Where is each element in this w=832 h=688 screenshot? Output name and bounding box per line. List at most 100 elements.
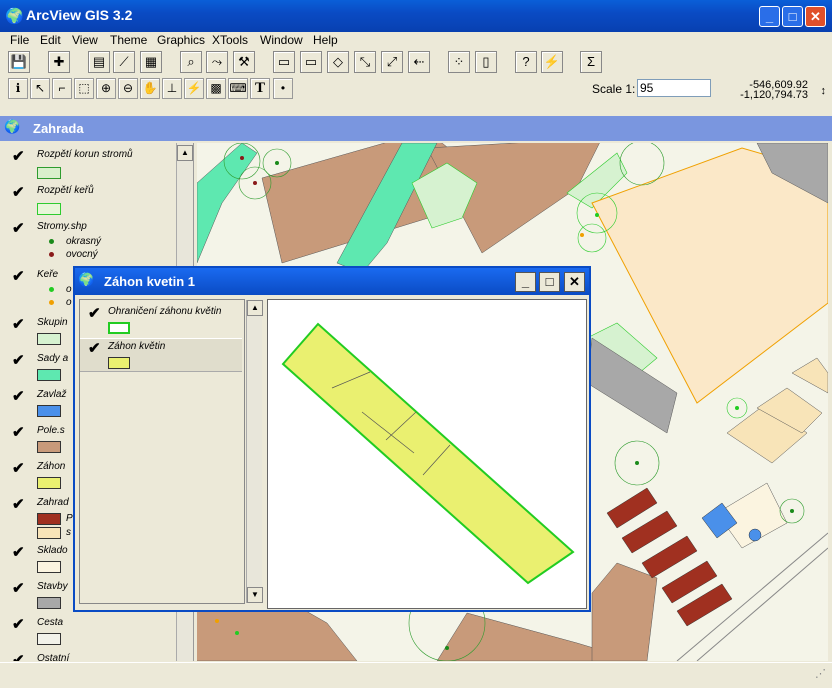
draw-point-icon[interactable]: • [273, 78, 293, 99]
scroll-up-icon[interactable]: ▲ [177, 145, 193, 161]
menu-file[interactable]: File [10, 33, 29, 47]
zoom-out-icon[interactable]: ⊖ [118, 78, 138, 99]
zoom-in-icon[interactable]: ⊕ [96, 78, 116, 99]
zoom-in-fixed-icon[interactable]: ⤡ [354, 51, 376, 73]
resize-grip-icon[interactable]: ⋰ [815, 667, 826, 680]
select-by-theme-icon[interactable]: ⁘ [448, 51, 470, 73]
query-builder-icon[interactable]: ⚒ [233, 51, 255, 73]
menu-bar: File Edit View Theme Graphics XTools Win… [0, 32, 832, 50]
hotlink-tool-icon[interactable]: ⚡ [184, 78, 204, 99]
legend-label: o [66, 297, 72, 308]
menu-theme[interactable]: Theme [110, 33, 147, 47]
check-icon[interactable]: ✔ [12, 183, 25, 201]
label-icon[interactable]: ▩ [206, 78, 226, 99]
check-icon[interactable]: ✔ [12, 651, 25, 661]
tool-bar: ℹ ↖ ⌐ ⬚ ⊕ ⊖ ✋ ⊥ ⚡ ▩ ⌨ T • Scale 1: 95 -5… [0, 77, 832, 102]
toc-theme-ostatni[interactable]: ✔ Ostatní [4, 651, 176, 661]
tree-point [445, 646, 449, 650]
edit-legend-icon[interactable]: ⟋ [113, 51, 135, 73]
toc-theme-rozpeti-korun[interactable]: ✔ Rozpětí korun stromů [4, 147, 176, 181]
minimize-button[interactable]: _ [759, 6, 780, 27]
measure-icon[interactable]: ⊥ [162, 78, 182, 99]
check-icon[interactable]: ✔ [12, 315, 25, 333]
zoom-active-theme-icon[interactable]: ▭ [300, 51, 322, 73]
legend-label: o [66, 284, 72, 295]
toc-theme-rozpeti-keru[interactable]: ✔ Rozpětí keřů [4, 183, 176, 217]
pan-icon[interactable]: ✋ [140, 78, 160, 99]
button-bar: 💾 ✚ ▤ ⟋ ▦ ⌕ ⤳ ⚒ ▭ ▭ ◇ ⤡ ⤢ ⇠ ⁘ ▯ ? ⚡ Σ [0, 50, 832, 75]
legend-swatch [37, 203, 61, 215]
check-icon[interactable]: ✔ [88, 339, 101, 357]
child-title: Záhon kvetin 1 [104, 274, 196, 289]
check-icon[interactable]: ✔ [88, 304, 101, 322]
child-map-display[interactable] [267, 299, 587, 609]
add-theme-icon[interactable]: ✚ [48, 51, 70, 73]
child-maximize-button[interactable]: □ [539, 272, 560, 292]
menu-graphics[interactable]: Graphics [157, 33, 205, 47]
summarize-icon[interactable]: Σ [580, 51, 602, 73]
toc-theme-ohraniceni[interactable]: ✔ Ohraničení záhonu květin [80, 304, 252, 338]
zoom-selected-icon[interactable]: ◇ [327, 51, 349, 73]
coord-updown-icon: ↕ [820, 85, 827, 97]
select-feature-icon[interactable]: ⬚ [74, 78, 94, 99]
hotlink-icon[interactable]: ⚡ [541, 51, 563, 73]
legend-swatch [37, 441, 61, 453]
check-icon[interactable]: ✔ [12, 459, 25, 477]
identify-icon[interactable]: ℹ [8, 78, 28, 99]
scroll-down-icon[interactable]: ▼ [247, 587, 263, 603]
check-icon[interactable]: ✔ [12, 267, 25, 285]
check-icon[interactable]: ✔ [12, 543, 25, 561]
menu-help[interactable]: Help [313, 33, 338, 47]
locate-address-icon[interactable]: ⤳ [206, 51, 228, 73]
app-title-bar: 🌍 ArcView GIS 3.2 _ □ ✕ [0, 0, 832, 32]
vertex-edit-icon[interactable]: ⌐ [52, 78, 72, 99]
view-title-bar: 🌍 Zahrada [0, 116, 832, 141]
legend-swatch [37, 405, 61, 417]
open-table-icon[interactable]: ▦ [140, 51, 162, 73]
callout-icon[interactable]: ⌨ [228, 78, 248, 99]
child-title-bar[interactable]: 🌍 Záhon kvetin 1 _ □ ✕ [75, 268, 589, 295]
tree-point [240, 156, 244, 160]
menu-xtools[interactable]: XTools [212, 33, 248, 47]
clear-selection-icon[interactable]: ▯ [475, 51, 497, 73]
scale-label: Scale 1: [592, 82, 636, 96]
check-icon[interactable]: ✔ [12, 423, 25, 441]
legend-dot [49, 300, 54, 305]
theme-properties-icon[interactable]: ▤ [88, 51, 110, 73]
toc-theme-stromy[interactable]: ✔ Stromy.shp okrasný ovocný [4, 219, 176, 265]
toc-theme-cesta[interactable]: ✔ Cesta [4, 615, 176, 649]
check-icon[interactable]: ✔ [12, 219, 25, 237]
menu-edit[interactable]: Edit [40, 33, 61, 47]
zoom-previous-icon[interactable]: ⇠ [408, 51, 430, 73]
check-icon[interactable]: ✔ [12, 495, 25, 513]
check-icon[interactable]: ✔ [12, 147, 25, 165]
flowerbed-outline [281, 322, 575, 585]
check-icon[interactable]: ✔ [12, 351, 25, 369]
pointer-icon[interactable]: ↖ [30, 78, 50, 99]
maximize-button[interactable]: □ [782, 6, 803, 27]
legend-swatch [37, 513, 61, 525]
scroll-up-icon[interactable]: ▲ [247, 300, 263, 316]
zahon-view-window[interactable]: 🌍 Záhon kvetin 1 _ □ ✕ ✔ Ohraničení záho… [73, 266, 591, 612]
check-icon[interactable]: ✔ [12, 615, 25, 633]
check-icon[interactable]: ✔ [12, 579, 25, 597]
child-minimize-button[interactable]: _ [515, 272, 536, 292]
menu-window[interactable]: Window [260, 33, 303, 47]
legend-dot [49, 252, 54, 257]
child-close-button[interactable]: ✕ [564, 272, 585, 292]
find-icon[interactable]: ⌕ [180, 51, 202, 73]
help-icon[interactable]: ? [515, 51, 537, 73]
text-icon[interactable]: T [250, 78, 270, 99]
toc-theme-zahon-kvetin[interactable]: ✔ Záhon květin [80, 338, 242, 372]
child-toc-scrollbar[interactable]: ▲ ▼ [246, 300, 263, 603]
check-icon[interactable]: ✔ [12, 387, 25, 405]
legend-swatch [37, 333, 61, 345]
irrigation-well [748, 528, 762, 542]
close-button[interactable]: ✕ [805, 6, 826, 27]
zoom-out-fixed-icon[interactable]: ⤢ [381, 51, 403, 73]
coord-y: -1,120,794.73 [740, 89, 808, 101]
save-icon[interactable]: 💾 [8, 51, 30, 73]
legend-label: s [66, 527, 71, 538]
zoom-full-extent-icon[interactable]: ▭ [273, 51, 295, 73]
menu-view[interactable]: View [72, 33, 98, 47]
